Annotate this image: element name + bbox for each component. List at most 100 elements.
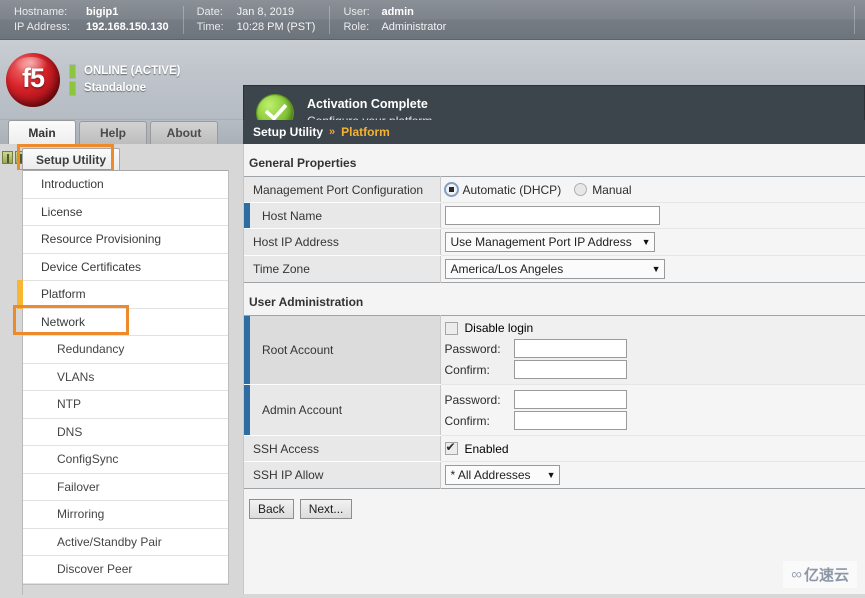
sidebar-item-platform[interactable]: Platform: [23, 281, 228, 309]
next-button[interactable]: Next...: [300, 499, 353, 519]
device-status-block: ONLINE (ACTIVE) Standalone: [70, 65, 180, 95]
watermark-text: 亿速云: [804, 564, 849, 585]
user-administration-heading: User Administration: [244, 283, 865, 315]
host-name-input[interactable]: [445, 206, 660, 225]
host-name-label: Host Name: [244, 203, 440, 229]
user-administration-table: Root Account Disable login Password: Con…: [244, 315, 865, 489]
admin-confirm-row: Confirm:: [445, 411, 865, 430]
logo-text: f5: [6, 53, 60, 107]
time-zone-selected-value: America/Los Angeles: [451, 262, 564, 276]
sidebar-item-ntp[interactable]: NTP: [23, 391, 228, 419]
topbar-divider: [854, 6, 855, 34]
sidebar-item-active-standby-pair[interactable]: Active/Standby Pair: [23, 529, 228, 557]
disable-login-checkbox[interactable]: [445, 322, 458, 335]
role-value: Administrator: [381, 20, 446, 35]
role-label: Role:: [343, 20, 381, 35]
admin-password-input[interactable]: [514, 390, 627, 409]
general-properties-table: Management Port Configuration Automatic …: [244, 176, 865, 283]
time-row: Time: 10:28 PM (PST): [197, 20, 316, 35]
breadcrumb-root-link[interactable]: Setup Utility: [253, 125, 323, 139]
sidebar-item-mirroring[interactable]: Mirroring: [23, 501, 228, 529]
sidebar-item-dns[interactable]: DNS: [23, 419, 228, 447]
sidebar-collapse-icon[interactable]: [2, 151, 13, 164]
disable-login-label: Disable login: [465, 321, 534, 335]
time-zone-value-cell: America/Los Angeles ▼: [440, 256, 865, 283]
date-label: Date:: [197, 5, 237, 20]
sidebar-panel-tab-setup-utility[interactable]: Setup Utility: [22, 148, 120, 170]
root-account-value-cell: Disable login Password: Confirm:: [440, 316, 865, 385]
role-row: Role: Administrator: [343, 20, 446, 35]
user-label: User:: [343, 5, 381, 20]
time-value: 10:28 PM (PST): [237, 20, 316, 35]
admin-password-label: Password:: [445, 393, 507, 407]
tab-main[interactable]: Main: [8, 120, 76, 144]
sidebar-item-resource-provisioning[interactable]: Resource Provisioning: [23, 226, 228, 254]
sidebar-item-vlans[interactable]: VLANs: [23, 364, 228, 392]
radio-manual-label: Manual: [592, 183, 631, 197]
chevron-down-icon: ▼: [642, 237, 651, 247]
user-value: admin: [381, 5, 413, 20]
radio-automatic-dhcp[interactable]: [445, 183, 458, 196]
table-row: Host Name: [244, 203, 865, 229]
hostname-label: Hostname:: [14, 5, 86, 20]
radio-manual[interactable]: [574, 183, 587, 196]
breadcrumb-separator-icon: »: [329, 126, 335, 138]
sidebar-item-failover[interactable]: Failover: [23, 474, 228, 502]
status-line-secondary: Standalone: [70, 82, 180, 95]
sidebar-item-network[interactable]: Network: [23, 309, 228, 337]
sidebar-item-introduction[interactable]: Introduction: [23, 171, 228, 199]
sidebar-item-redundancy[interactable]: Redundancy: [23, 336, 228, 364]
root-confirm-row: Confirm:: [445, 360, 865, 379]
ssh-ip-allow-label: SSH IP Allow: [244, 462, 440, 489]
admin-password-row: Password:: [445, 390, 865, 409]
tab-about[interactable]: About: [150, 121, 218, 144]
sidebar-item-device-certificates[interactable]: Device Certificates: [23, 254, 228, 282]
admin-account-label: Admin Account: [244, 385, 440, 436]
admin-account-value-cell: Password: Confirm:: [440, 385, 865, 436]
ip-address-value: 192.168.150.130: [86, 20, 169, 35]
ip-address-label: IP Address:: [14, 20, 86, 35]
ip-address-row: IP Address: 192.168.150.130: [14, 20, 169, 35]
user-info-group: User: admin Role: Administrator: [329, 0, 460, 40]
root-confirm-input[interactable]: [514, 360, 627, 379]
sidebar-menu-list: Introduction License Resource Provisioni…: [22, 170, 229, 585]
host-ip-value-cell: Use Management Port IP Address ▼: [440, 229, 865, 256]
sidebar-item-discover-peer[interactable]: Discover Peer: [23, 556, 228, 584]
ssh-access-value-cell: Enabled: [440, 436, 865, 462]
activation-title: Activation Complete: [307, 97, 436, 111]
date-value: Jan 8, 2019: [237, 5, 295, 20]
table-row: SSH Access Enabled: [244, 436, 865, 462]
host-ip-select[interactable]: Use Management Port IP Address ▼: [445, 232, 655, 252]
sidebar-item-configsync[interactable]: ConfigSync: [23, 446, 228, 474]
radio-automatic-dhcp-label: Automatic (DHCP): [463, 183, 562, 197]
table-row: Admin Account Password: Confirm:: [244, 385, 865, 436]
mgmt-port-label: Management Port Configuration: [244, 177, 440, 203]
datetime-info-group: Date: Jan 8, 2019 Time: 10:28 PM (PST): [183, 0, 330, 40]
tab-help[interactable]: Help: [79, 121, 147, 144]
ssh-enabled-label: Enabled: [465, 442, 509, 456]
status-primary-label: ONLINE (ACTIVE): [84, 65, 180, 77]
time-zone-select[interactable]: America/Los Angeles ▼: [445, 259, 665, 279]
ssh-access-label: SSH Access: [244, 436, 440, 462]
breadcrumb: Setup Utility » Platform: [243, 120, 865, 144]
sidebar-item-license[interactable]: License: [23, 199, 228, 227]
mgmt-port-value-cell: Automatic (DHCP) Manual: [440, 177, 865, 203]
ssh-enabled-checkbox[interactable]: [445, 442, 458, 455]
chevron-down-icon: ▼: [652, 264, 661, 274]
wizard-button-row: Back Next...: [244, 489, 865, 519]
system-info-bar: Hostname: bigip1 IP Address: 192.168.150…: [0, 0, 865, 40]
host-ip-label: Host IP Address: [244, 229, 440, 256]
sync-indicator-icon: [70, 82, 75, 95]
table-row: Root Account Disable login Password: Con…: [244, 316, 865, 385]
host-ip-selected-value: Use Management Port IP Address: [451, 235, 632, 249]
watermark: ∞ 亿速云: [783, 561, 857, 588]
root-password-input[interactable]: [514, 339, 627, 358]
ssh-ip-allow-select[interactable]: * All Addresses ▼: [445, 465, 560, 485]
admin-confirm-input[interactable]: [514, 411, 627, 430]
back-button[interactable]: Back: [249, 499, 294, 519]
table-row: Host IP Address Use Management Port IP A…: [244, 229, 865, 256]
sidebar-navigation: Setup Utility Introduction License Resou…: [0, 144, 243, 594]
table-row: Time Zone America/Los Angeles ▼: [244, 256, 865, 283]
f5-sphere-logo-icon: f5: [6, 53, 60, 107]
root-confirm-label: Confirm:: [445, 363, 507, 377]
